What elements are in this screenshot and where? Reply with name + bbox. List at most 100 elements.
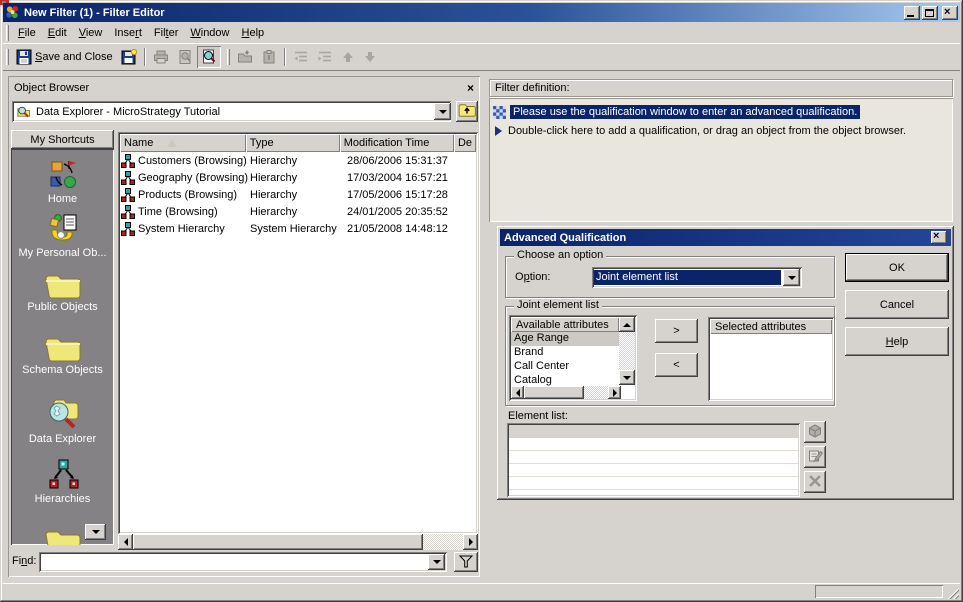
column-header-description[interactable]: De (454, 134, 476, 152)
scroll-right-button[interactable] (463, 534, 478, 550)
print-button[interactable] (149, 46, 173, 68)
scroll-up-button[interactable] (619, 317, 635, 332)
dialog-close-button[interactable]: × (931, 231, 947, 244)
selected-attributes-header[interactable]: Selected attributes (710, 319, 832, 334)
list-item[interactable]: Call Center (511, 360, 619, 374)
menu-grip-handle[interactable] (6, 25, 9, 41)
sidebar-item-my-personal-objects[interactable]: My Personal Ob... (11, 211, 114, 259)
qualification-line[interactable]: Please use the qualification window to e… (493, 105, 860, 119)
toolbar-disabled-button-2[interactable] (257, 46, 281, 68)
outdent-button[interactable] (313, 46, 337, 68)
hierarchies-icon (11, 457, 114, 493)
table-row[interactable]: Customers (Browsing) Hierarchy 28/06/200… (120, 152, 476, 169)
move-right-button[interactable]: > (655, 319, 698, 343)
delete-element-button[interactable] (804, 471, 826, 493)
toolbar-grip-handle-2[interactable] (227, 49, 230, 65)
hscrollbar-thumb[interactable] (133, 534, 423, 550)
element-list[interactable] (507, 423, 800, 497)
menu-help[interactable]: Help (236, 24, 271, 42)
print-preview-button[interactable] (173, 46, 197, 68)
object-list-rows: Customers (Browsing) Hierarchy 28/06/200… (120, 152, 476, 237)
find-filter-button[interactable] (454, 552, 478, 572)
selected-attributes-list[interactable]: Selected attributes (708, 317, 834, 401)
move-left-button[interactable]: < (655, 353, 698, 377)
find-dropdown-button[interactable] (428, 554, 445, 570)
folder-combo[interactable]: Data Explorer - MicroStrategy Tutorial (12, 101, 451, 122)
filter-panel: Filter definition: Please use the qualif… (488, 76, 955, 577)
close-button[interactable]: × (942, 6, 958, 20)
close-icon: × (933, 231, 939, 242)
element-list-row[interactable] (509, 438, 798, 451)
element-list-row[interactable] (509, 464, 798, 477)
scroll-left-button[interactable] (511, 386, 524, 399)
folder-up-icon (458, 103, 476, 117)
chevron-up-icon (623, 323, 631, 327)
filter-definition-area[interactable]: Please use the qualification window to e… (489, 98, 953, 222)
object-browser-close-icon[interactable]: × (467, 82, 474, 94)
column-header-modification-time[interactable]: Modification Time (340, 134, 454, 152)
menu-file[interactable]: File (12, 24, 42, 42)
indent-icon (293, 49, 309, 65)
option-combo-dropdown-button[interactable] (783, 269, 800, 286)
indent-button[interactable] (289, 46, 313, 68)
minimize-button[interactable] (904, 6, 920, 20)
resize-grip[interactable] (946, 586, 959, 599)
up-one-level-button[interactable] (456, 101, 478, 122)
available-hscrollbar[interactable] (511, 386, 621, 399)
sidebar-item-hierarchies[interactable]: Hierarchies (11, 457, 114, 505)
table-row[interactable]: Time (Browsing) Hierarchy 24/01/2005 20:… (120, 203, 476, 220)
column-header-type[interactable]: Type (246, 134, 340, 152)
scroll-right-button[interactable] (608, 386, 621, 399)
scroll-left-button[interactable] (118, 534, 133, 550)
save-as-icon (121, 49, 137, 65)
table-row[interactable]: Products (Browsing) Hierarchy 17/05/2006… (120, 186, 476, 203)
element-list-row[interactable] (509, 451, 798, 464)
find-in-browser-button[interactable] (197, 46, 221, 68)
list-item[interactable]: Age Range (511, 332, 619, 346)
available-vscrollbar-track[interactable] (619, 332, 635, 370)
scroll-down-button[interactable] (619, 370, 635, 385)
maximize-button[interactable] (922, 6, 938, 20)
sidebar-item-home[interactable]: Home (11, 157, 114, 205)
help-button[interactable]: Help (845, 327, 949, 356)
table-row[interactable]: Geography (Browsing) Hierarchy 17/03/200… (120, 169, 476, 186)
move-up-icon (341, 50, 355, 64)
sidebar-item-schema-objects[interactable]: Schema Objects (11, 334, 114, 376)
folder-combo-dropdown-button[interactable] (434, 103, 451, 120)
toolbar-grip-handle[interactable] (6, 49, 9, 65)
hscrollbar-thumb[interactable] (524, 386, 584, 399)
column-header-name[interactable]: Name (120, 134, 246, 152)
menu-edit[interactable]: Edit (42, 24, 73, 42)
save-and-close-button[interactable]: Save and Close (12, 46, 117, 68)
object-list-hscrollbar[interactable] (118, 534, 478, 550)
folder-combo-value: Data Explorer - MicroStrategy Tutorial (36, 106, 220, 118)
help-label: Help (886, 336, 909, 348)
add-element-button[interactable] (804, 421, 826, 443)
move-down-button[interactable] (359, 46, 381, 68)
choose-an-option-group: Choose an option Option: Joint element l… (505, 256, 835, 298)
element-list-row[interactable] (509, 477, 798, 490)
menu-window[interactable]: Window (184, 24, 235, 42)
ok-button[interactable]: OK (845, 253, 949, 282)
my-shortcuts-header-button[interactable]: My Shortcuts (11, 130, 114, 149)
menu-view[interactable]: View (73, 24, 109, 42)
menu-filter[interactable]: Filter (148, 24, 184, 42)
edit-element-button[interactable] (804, 446, 826, 468)
available-attributes-list[interactable]: Available attributes Age Range Brand Cal… (509, 315, 637, 401)
element-list-selected-row[interactable] (509, 425, 798, 438)
move-up-button[interactable] (337, 46, 359, 68)
sidebar-item-public-objects[interactable]: Public Objects (11, 271, 114, 313)
save-as-button[interactable] (117, 46, 141, 68)
list-item[interactable]: Brand (511, 346, 619, 360)
option-combo[interactable]: Joint element list (592, 267, 802, 288)
sidebar-item-data-explorer[interactable]: Data Explorer (11, 395, 114, 445)
add-qualification-line[interactable]: Double-click here to add a qualification… (495, 125, 906, 137)
menu-insert[interactable]: Insert (108, 24, 148, 42)
cancel-button[interactable]: Cancel (845, 290, 949, 319)
chevron-down-icon (433, 560, 441, 564)
toolbar-disabled-button-1[interactable] (233, 46, 257, 68)
find-combo[interactable] (39, 552, 447, 572)
available-attributes-header[interactable]: Available attributes (511, 317, 619, 332)
shortcut-bar-scroll-down-button[interactable] (85, 524, 106, 540)
table-row[interactable]: System Hierarchy System Hierarchy 21/05/… (120, 220, 476, 237)
